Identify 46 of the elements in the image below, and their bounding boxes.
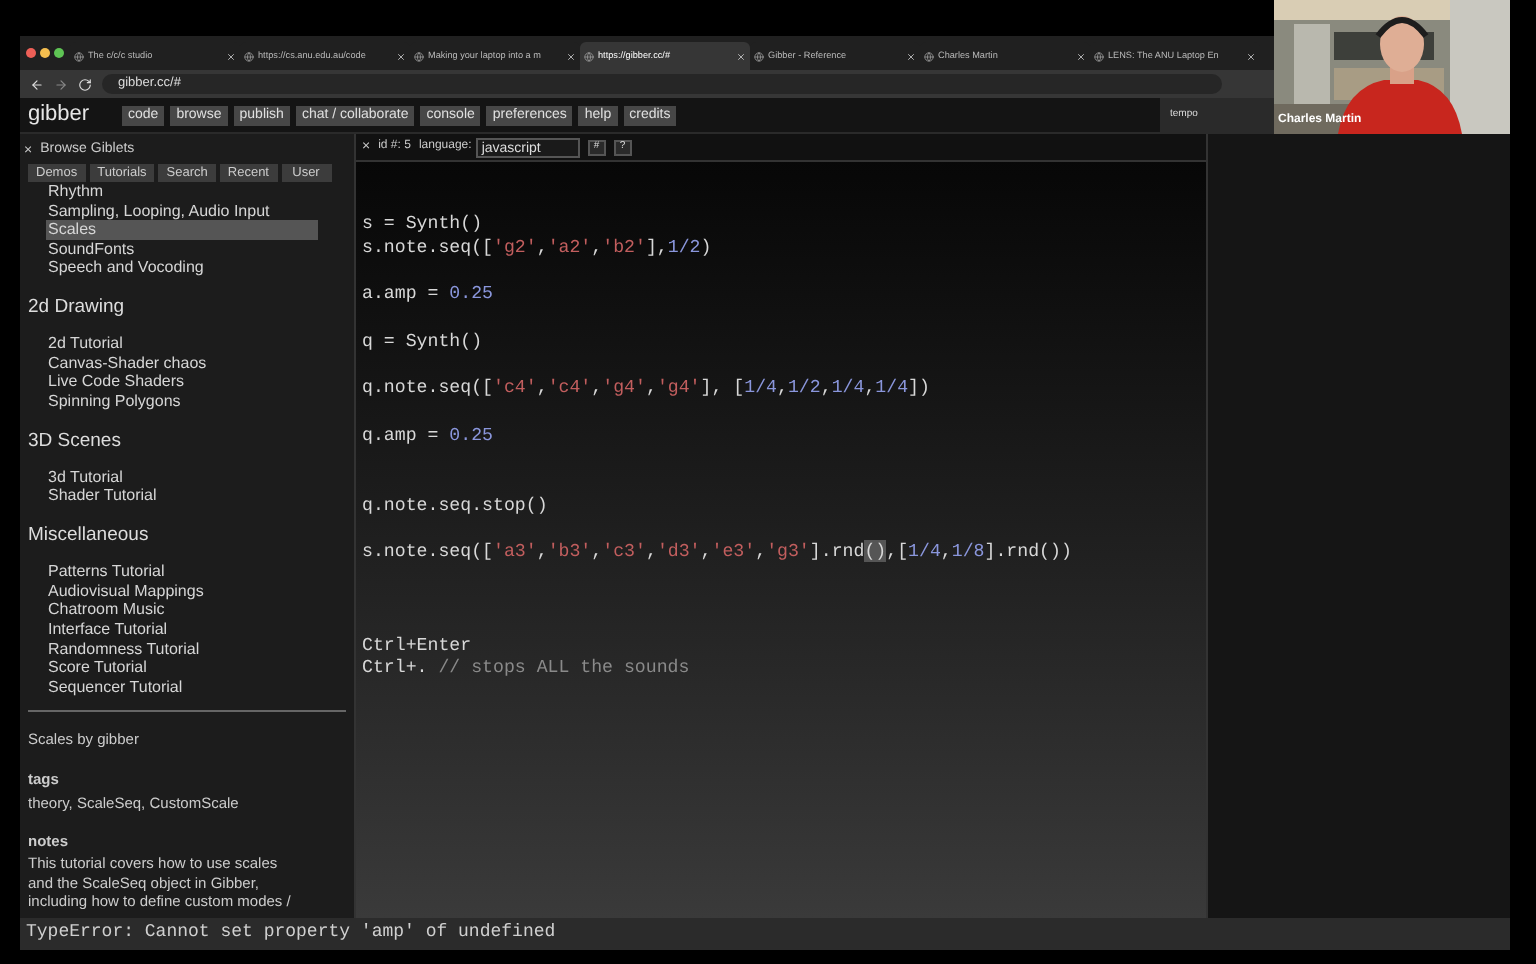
globe-icon — [244, 51, 254, 61]
tutorial-link[interactable]: Canvas-Shader chaos — [46, 353, 318, 373]
tutorial-link[interactable]: Chatroom Music — [46, 600, 318, 621]
tutorial-link[interactable]: Rhythm — [46, 182, 318, 202]
code-line: s.note.seq(['a3','b3','c3','d3','e3','g3'].rnd(),[1/4,1/8].rnd()) — [362, 540, 1074, 564]
tutorial-link[interactable]: Interface Tutorial — [46, 620, 318, 640]
tutorial-link[interactable]: Audiovisual Mappings — [46, 581, 318, 601]
globe-icon — [74, 51, 84, 61]
error-message: TypeError: Cannot set property 'amp' of undefined — [26, 920, 556, 947]
tutorial-link[interactable]: SoundFonts — [46, 239, 318, 259]
globe-icon — [754, 51, 764, 61]
tutorial-link[interactable]: Scales — [46, 220, 318, 240]
code-line: Ctrl+. // stops ALL the sounds — [362, 656, 692, 681]
code-line: s.note.seq(['g2','a2','b2'],1/2) — [362, 236, 714, 260]
code-line: q.note.seq.stop() — [362, 493, 550, 517]
section-heading: 3D Scenes — [26, 427, 123, 456]
code-line: q.note.seq(['c4','c4','g4','g4'], [1/4,1/2,1/4,1/4]) — [362, 376, 932, 400]
tutorial-link[interactable]: Speech and Vocoding — [46, 258, 318, 278]
globe-icon — [414, 51, 424, 61]
tutorial-link[interactable]: Sampling, Looping, Audio Input — [46, 201, 318, 221]
gibber-logo: gibber — [26, 100, 92, 131]
tutorial-link[interactable]: Spinning Polygons — [46, 392, 318, 412]
section-heading: Miscellaneous — [26, 522, 151, 551]
code-line: s = Synth() — [362, 212, 485, 237]
globe-icon — [1094, 51, 1104, 61]
forward-icon[interactable] — [54, 77, 68, 91]
close-window-icon[interactable] — [26, 48, 36, 58]
code-line: Ctrl+Enter — [362, 633, 474, 657]
reload-icon[interactable] — [78, 77, 92, 91]
back-icon[interactable] — [30, 77, 44, 91]
globe-icon — [584, 51, 594, 61]
tutorial-link[interactable]: Score Tutorial — [46, 658, 318, 678]
tutorial-link[interactable]: Live Code Shaders — [46, 372, 318, 392]
tutorial-link[interactable]: Sequencer Tutorial — [46, 677, 318, 697]
section-heading: 2d Drawing — [26, 293, 127, 322]
minimize-window-icon[interactable] — [40, 48, 50, 58]
tutorial-link[interactable]: Patterns Tutorial — [46, 562, 318, 582]
tutorial-link[interactable]: 2d Tutorial — [46, 334, 318, 354]
tutorial-link[interactable]: Shader Tutorial — [46, 486, 318, 507]
tutorial-link[interactable]: Randomness Tutorial — [46, 639, 318, 659]
code-line: q = Synth() — [362, 329, 485, 353]
code-line: q.amp = 0.25 — [362, 423, 496, 447]
maximize-window-icon[interactable] — [54, 48, 64, 58]
tutorial-link[interactable]: 3d Tutorial — [46, 467, 318, 487]
globe-icon — [924, 51, 934, 61]
code-line: a.amp = 0.25 — [362, 282, 496, 307]
